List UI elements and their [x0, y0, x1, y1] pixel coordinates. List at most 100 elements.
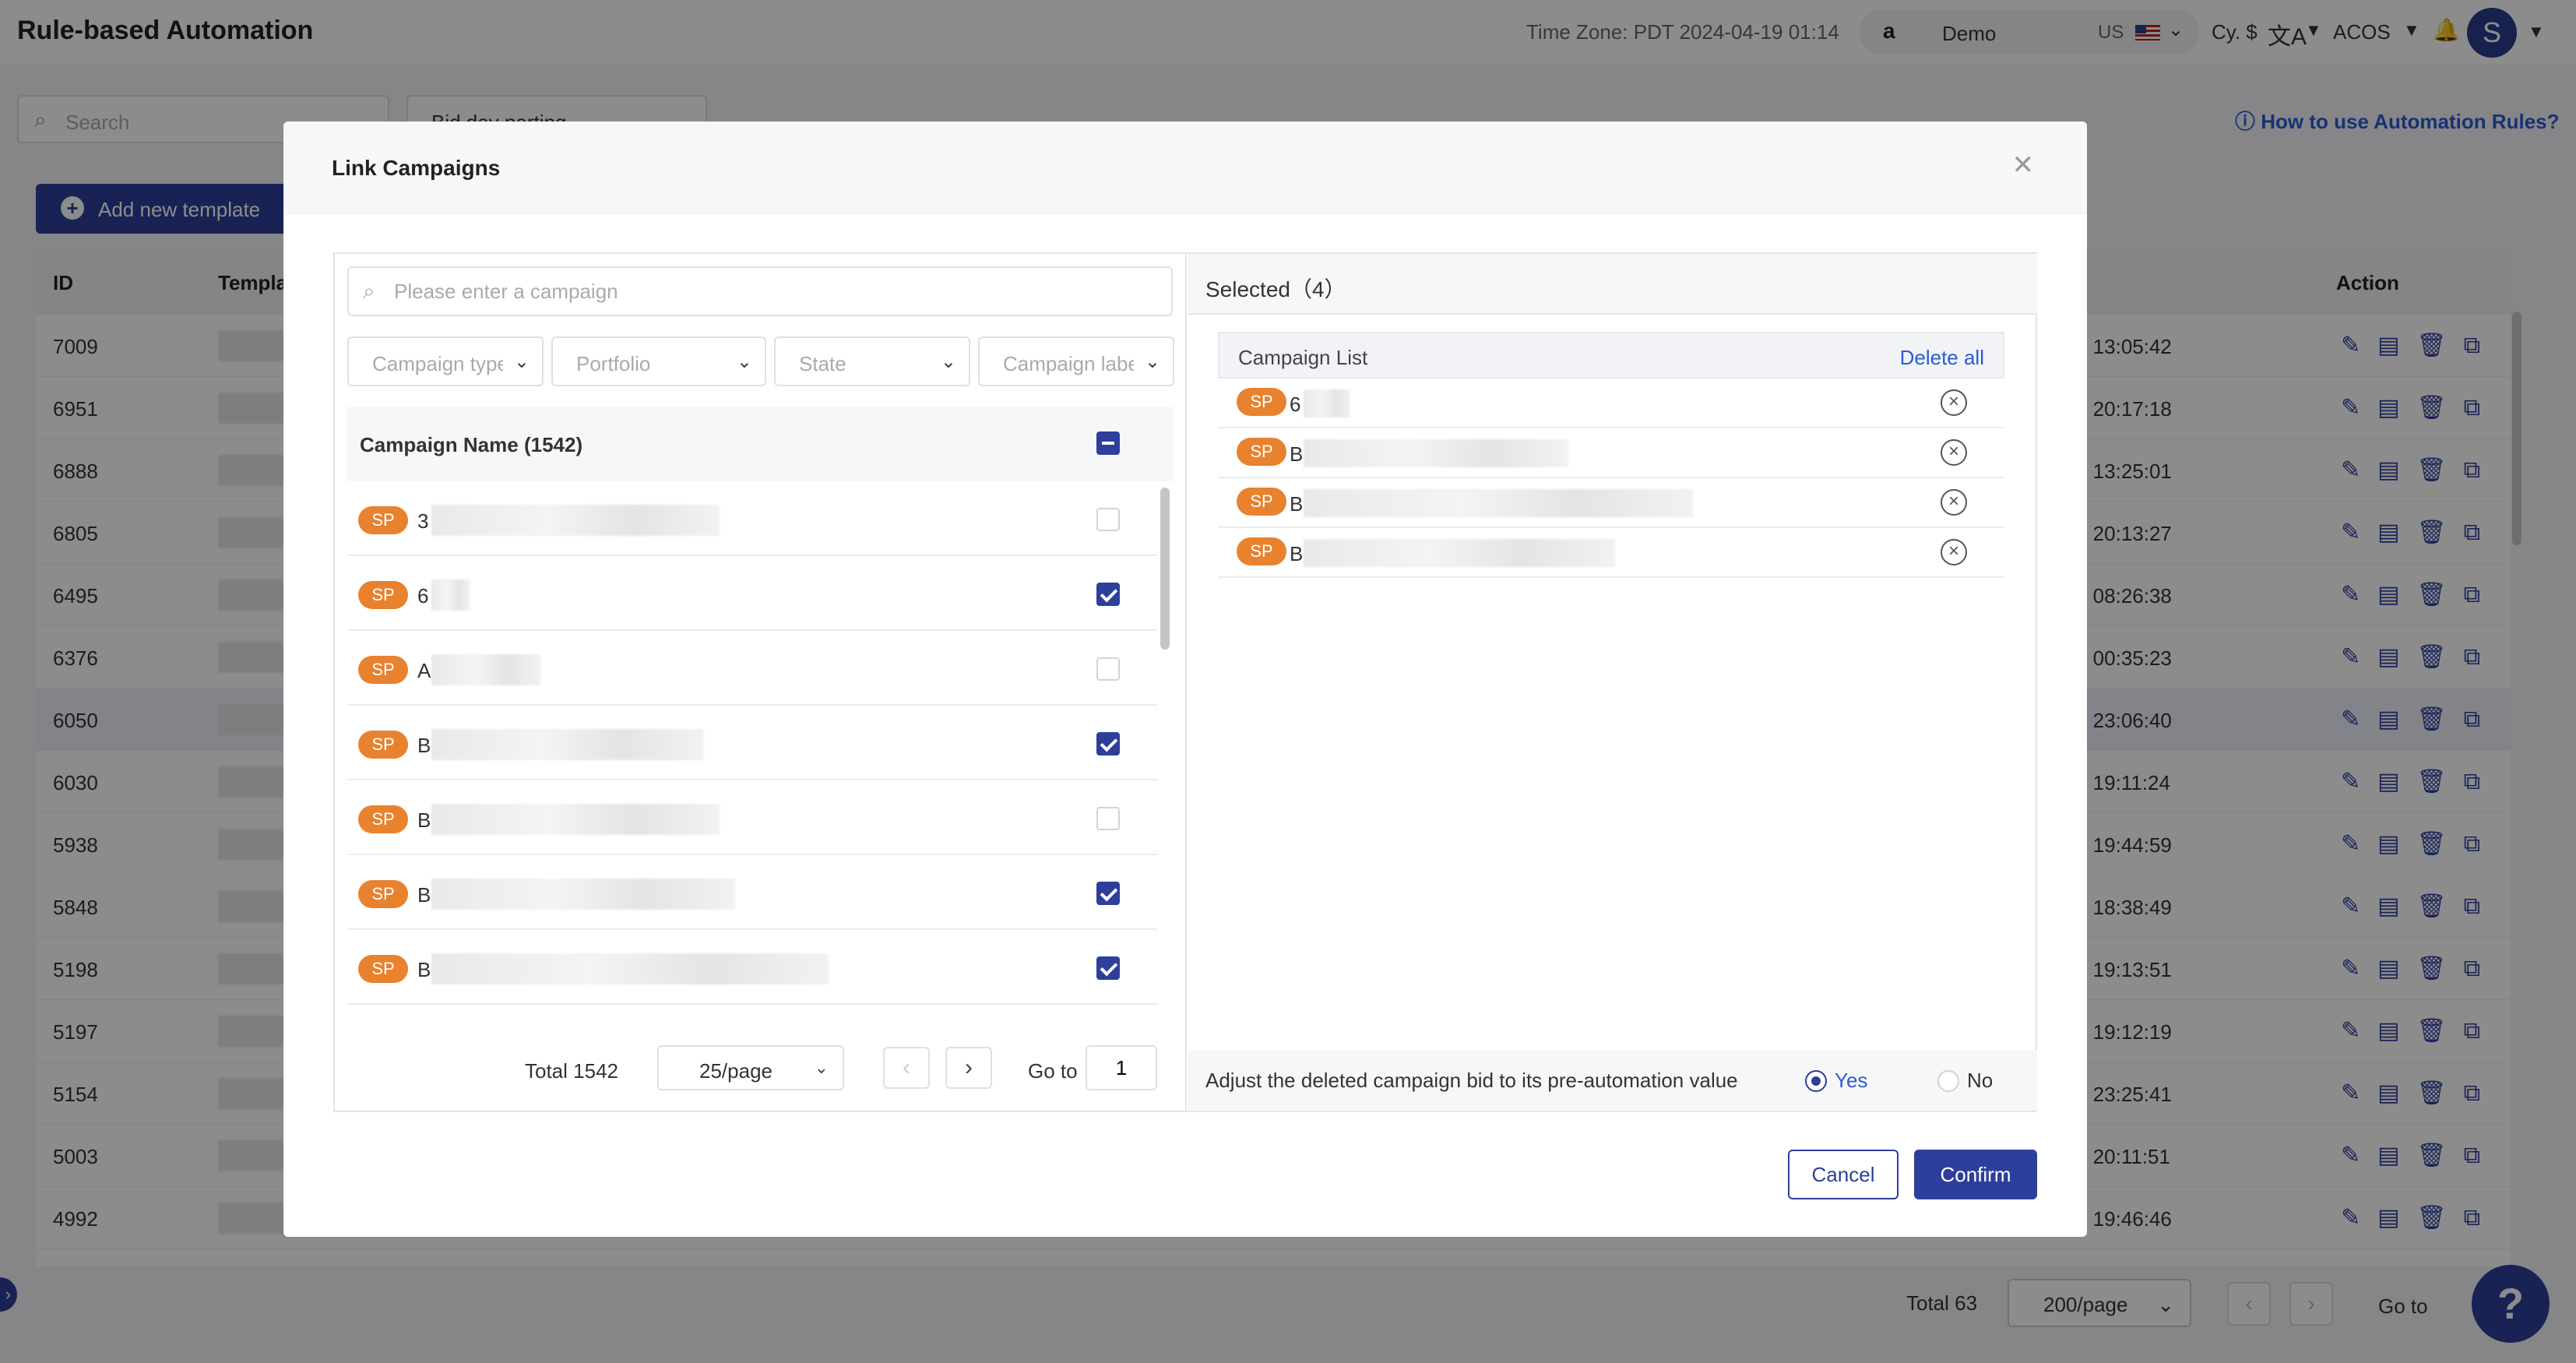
campaign-checkbox[interactable]	[1096, 657, 1120, 681]
campaign-name-redacted	[431, 729, 704, 760]
campaign-name: B	[417, 883, 431, 907]
campaign-checkbox[interactable]	[1096, 508, 1120, 531]
campaign-label-filter[interactable]: Campaign label ⌄	[978, 336, 1174, 386]
selected-list-header: Campaign List Delete all	[1218, 332, 2004, 379]
sp-badge: SP	[358, 805, 408, 833]
campaign-name-redacted	[1304, 439, 1568, 467]
chevron-down-icon: ⌄	[513, 351, 530, 372]
campaign-row[interactable]: SP 6	[347, 556, 1157, 631]
campaign-name-redacted	[431, 579, 470, 611]
selected-header: Selected（4）	[1188, 254, 2037, 315]
adjust-yes-label[interactable]: Yes	[1835, 1069, 1867, 1093]
select-all-checkbox[interactable]	[1096, 431, 1120, 455]
campaign-type-filter[interactable]: Campaign type ⌄	[347, 336, 544, 386]
campaign-type-placeholder: Campaign type	[372, 352, 503, 375]
campaign-name: 6	[1290, 393, 1301, 416]
bid-adjust-question: Adjust the deleted campaign bid to its p…	[1205, 1069, 1738, 1092]
chevron-down-icon: ⌄	[1144, 351, 1160, 372]
chevron-down-icon: ⌄	[940, 351, 956, 372]
prev-page-button[interactable]: ‹	[883, 1047, 930, 1089]
cancel-button[interactable]: Cancel	[1788, 1150, 1899, 1199]
sp-badge: SP	[358, 656, 408, 684]
campaign-count-label: Campaign Name (1542)	[360, 433, 583, 456]
campaign-total: Total 1542	[525, 1059, 618, 1083]
selected-campaigns: Selected（4） Campaign List Delete all SP 6…	[1188, 254, 2037, 1111]
campaign-name-redacted	[431, 505, 720, 536]
selected-count: Selected（4）	[1205, 277, 1346, 301]
sp-badge: SP	[358, 880, 408, 908]
sp-badge: SP	[1237, 388, 1286, 416]
remove-icon[interactable]: ×	[1941, 439, 1967, 466]
sp-badge: SP	[358, 731, 408, 759]
campaign-checkbox[interactable]	[1096, 732, 1120, 755]
link-campaigns-modal: Link Campaigns ✕ ⌕ Campaign type ⌄ Portf…	[283, 122, 2087, 1237]
modal-title: Link Campaigns	[332, 156, 501, 180]
remove-icon[interactable]: ×	[1941, 389, 1967, 416]
campaign-name-redacted	[431, 879, 735, 910]
sp-badge: SP	[1237, 537, 1286, 565]
campaign-search-input[interactable]	[394, 276, 1157, 307]
campaign-row[interactable]: SP A	[347, 631, 1157, 706]
campaign-name: 6	[417, 584, 429, 608]
campaign-list-header: Campaign Name (1542)	[347, 407, 1173, 481]
transfer-panel: ⌕ Campaign type ⌄ Portfolio ⌄ State ⌄ Ca…	[333, 252, 2037, 1112]
campaign-search[interactable]: ⌕	[347, 266, 1173, 316]
campaign-checkbox[interactable]	[1096, 956, 1120, 980]
campaign-row[interactable]: SP B	[347, 930, 1157, 1005]
portfolio-filter[interactable]: Portfolio ⌄	[551, 336, 766, 386]
page-size-select[interactable]: 25/page ⌄	[657, 1045, 844, 1090]
state-filter[interactable]: State ⌄	[774, 336, 970, 386]
campaign-row[interactable]: SP B	[347, 706, 1157, 780]
close-icon[interactable]: ✕	[2012, 150, 2035, 181]
confirm-button[interactable]: Confirm	[1914, 1150, 2037, 1199]
campaign-name: B	[1290, 542, 1304, 565]
chevron-down-icon: ⌄	[736, 351, 752, 372]
goto-label: Go to	[1028, 1059, 1078, 1083]
scrollbar[interactable]	[1160, 488, 1170, 650]
campaign-name-redacted	[1304, 389, 1350, 417]
sp-badge: SP	[358, 581, 408, 609]
goto-page-field[interactable]	[1086, 1045, 1157, 1090]
campaign-label-placeholder: Campaign label	[1003, 352, 1134, 375]
sp-badge: SP	[358, 506, 408, 534]
campaign-pagination: Total 1542 25/page ⌄ ‹ › Go to	[335, 1041, 1187, 1095]
chevron-down-icon: ⌄	[814, 1058, 829, 1077]
selected-campaign-row: SP B ×	[1218, 478, 2004, 528]
adjust-no-label[interactable]: No	[1967, 1069, 1993, 1093]
campaign-row[interactable]: SP B	[347, 855, 1157, 930]
portfolio-placeholder: Portfolio	[576, 352, 651, 375]
campaign-checkbox[interactable]	[1096, 807, 1120, 830]
selected-campaign-row: SP 6 ×	[1218, 379, 2004, 428]
campaign-name-redacted	[1304, 539, 1615, 567]
campaign-list[interactable]: SP 3 SP 6 SP A SP B SP B SP B SP B	[347, 481, 1157, 1011]
delete-all-button[interactable]: Delete all	[1900, 346, 1984, 370]
campaign-name-redacted	[431, 804, 720, 835]
goto-page-input[interactable]	[1087, 1047, 1156, 1089]
page-size-value: 25/page	[699, 1059, 772, 1083]
campaign-row[interactable]: SP B	[347, 780, 1157, 855]
adjust-yes-radio[interactable]	[1805, 1070, 1827, 1092]
campaign-name: B	[417, 958, 431, 981]
bid-adjust-option: Adjust the deleted campaign bid to its p…	[1188, 1050, 2037, 1111]
remove-icon[interactable]: ×	[1941, 539, 1967, 565]
remove-icon[interactable]: ×	[1941, 489, 1967, 516]
selected-campaign-row: SP B ×	[1218, 528, 2004, 578]
campaign-checkbox[interactable]	[1096, 882, 1120, 905]
sp-badge: SP	[1237, 488, 1286, 516]
modal-header: Link Campaigns ✕	[283, 122, 2087, 215]
campaign-checkbox[interactable]	[1096, 583, 1120, 606]
campaign-name-redacted	[431, 654, 540, 685]
next-page-button[interactable]: ›	[945, 1047, 992, 1089]
campaign-name: B	[1290, 492, 1304, 516]
campaign-name: B	[1290, 442, 1304, 466]
adjust-no-radio[interactable]	[1937, 1070, 1959, 1092]
sp-badge: SP	[1237, 438, 1286, 466]
campaign-name-redacted	[1304, 489, 1693, 517]
campaign-name-redacted	[431, 953, 829, 984]
campaign-row[interactable]: SP 3	[347, 481, 1157, 556]
selected-campaign-row: SP B ×	[1218, 428, 2004, 478]
campaign-name: 3	[417, 509, 429, 533]
sp-badge: SP	[358, 955, 408, 983]
campaign-name: A	[417, 659, 431, 682]
state-placeholder: State	[799, 352, 846, 375]
